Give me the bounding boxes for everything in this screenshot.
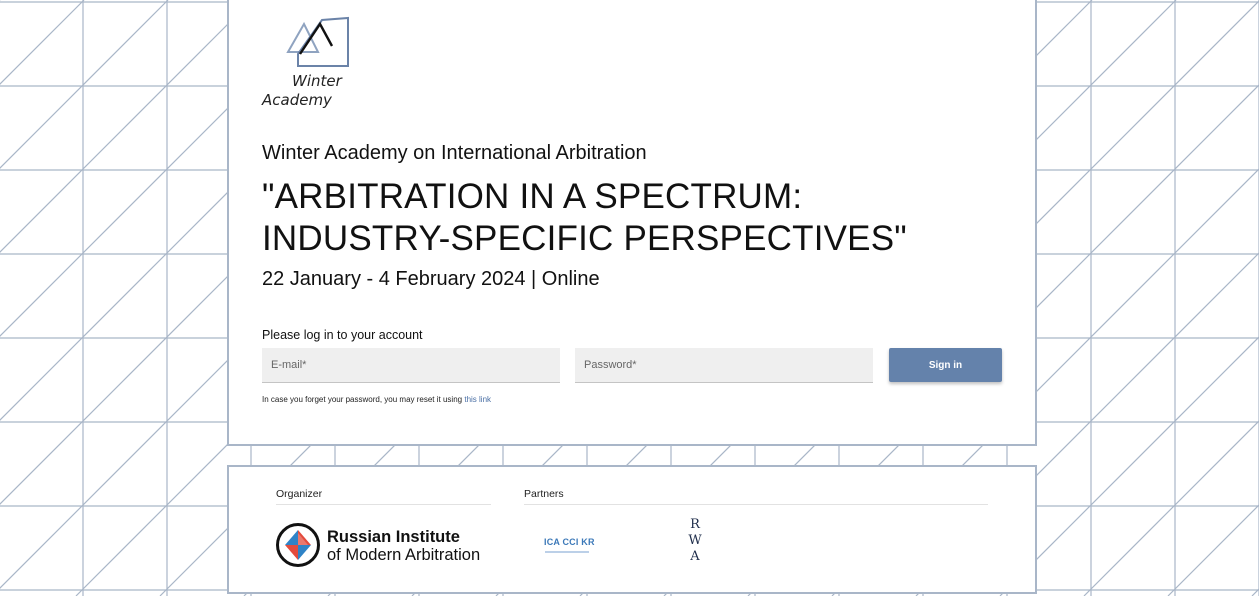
partners-divider xyxy=(524,504,988,505)
rwa-letter-a: A xyxy=(690,549,700,564)
reset-password-link[interactable]: this link xyxy=(464,395,491,404)
organizer-divider xyxy=(276,504,491,505)
organizer-name-line-1: Russian Institute xyxy=(327,528,460,546)
reset-note-text: In case you forget your password, you ma… xyxy=(262,395,463,404)
password-reset-note: In case you forget your password, you ma… xyxy=(262,395,491,404)
logo-text-academy: Academy xyxy=(262,91,332,109)
login-label: Please log in to your account xyxy=(262,328,423,342)
password-field[interactable] xyxy=(575,348,873,383)
headline-line-1: "ARBITRATION IN A SPECTRUM: xyxy=(262,177,803,216)
rima-logo-icon xyxy=(276,523,320,567)
event-headline: "ARBITRATION IN A SPECTRUM: INDUSTRY-SPE… xyxy=(262,176,907,260)
organizer-label: Organizer xyxy=(276,488,323,500)
sign-in-button[interactable]: Sign in xyxy=(889,348,1002,382)
partners-label: Partners xyxy=(524,488,564,500)
email-field[interactable] xyxy=(262,348,560,383)
event-subtitle: Winter Academy on International Arbitrat… xyxy=(262,142,647,164)
rwa-letter-r: R xyxy=(690,517,700,532)
rwa-logo: R W A xyxy=(688,517,702,565)
rwa-letter-w: W xyxy=(688,533,702,548)
logo-text-winter: Winter xyxy=(292,72,342,90)
ica-logo-underline xyxy=(545,551,589,553)
organizer-name-line-2: of Modern Arbitration xyxy=(327,546,481,564)
ica-cci-kr-logo: ICA CCI KR xyxy=(544,537,595,547)
headline-line-2: INDUSTRY-SPECIFIC PERSPECTIVES" xyxy=(262,219,907,258)
event-dates: 22 January - 4 February 2024 | Online xyxy=(262,268,600,290)
organizer-name: Russian Institute of Modern Arbitration xyxy=(327,528,480,564)
